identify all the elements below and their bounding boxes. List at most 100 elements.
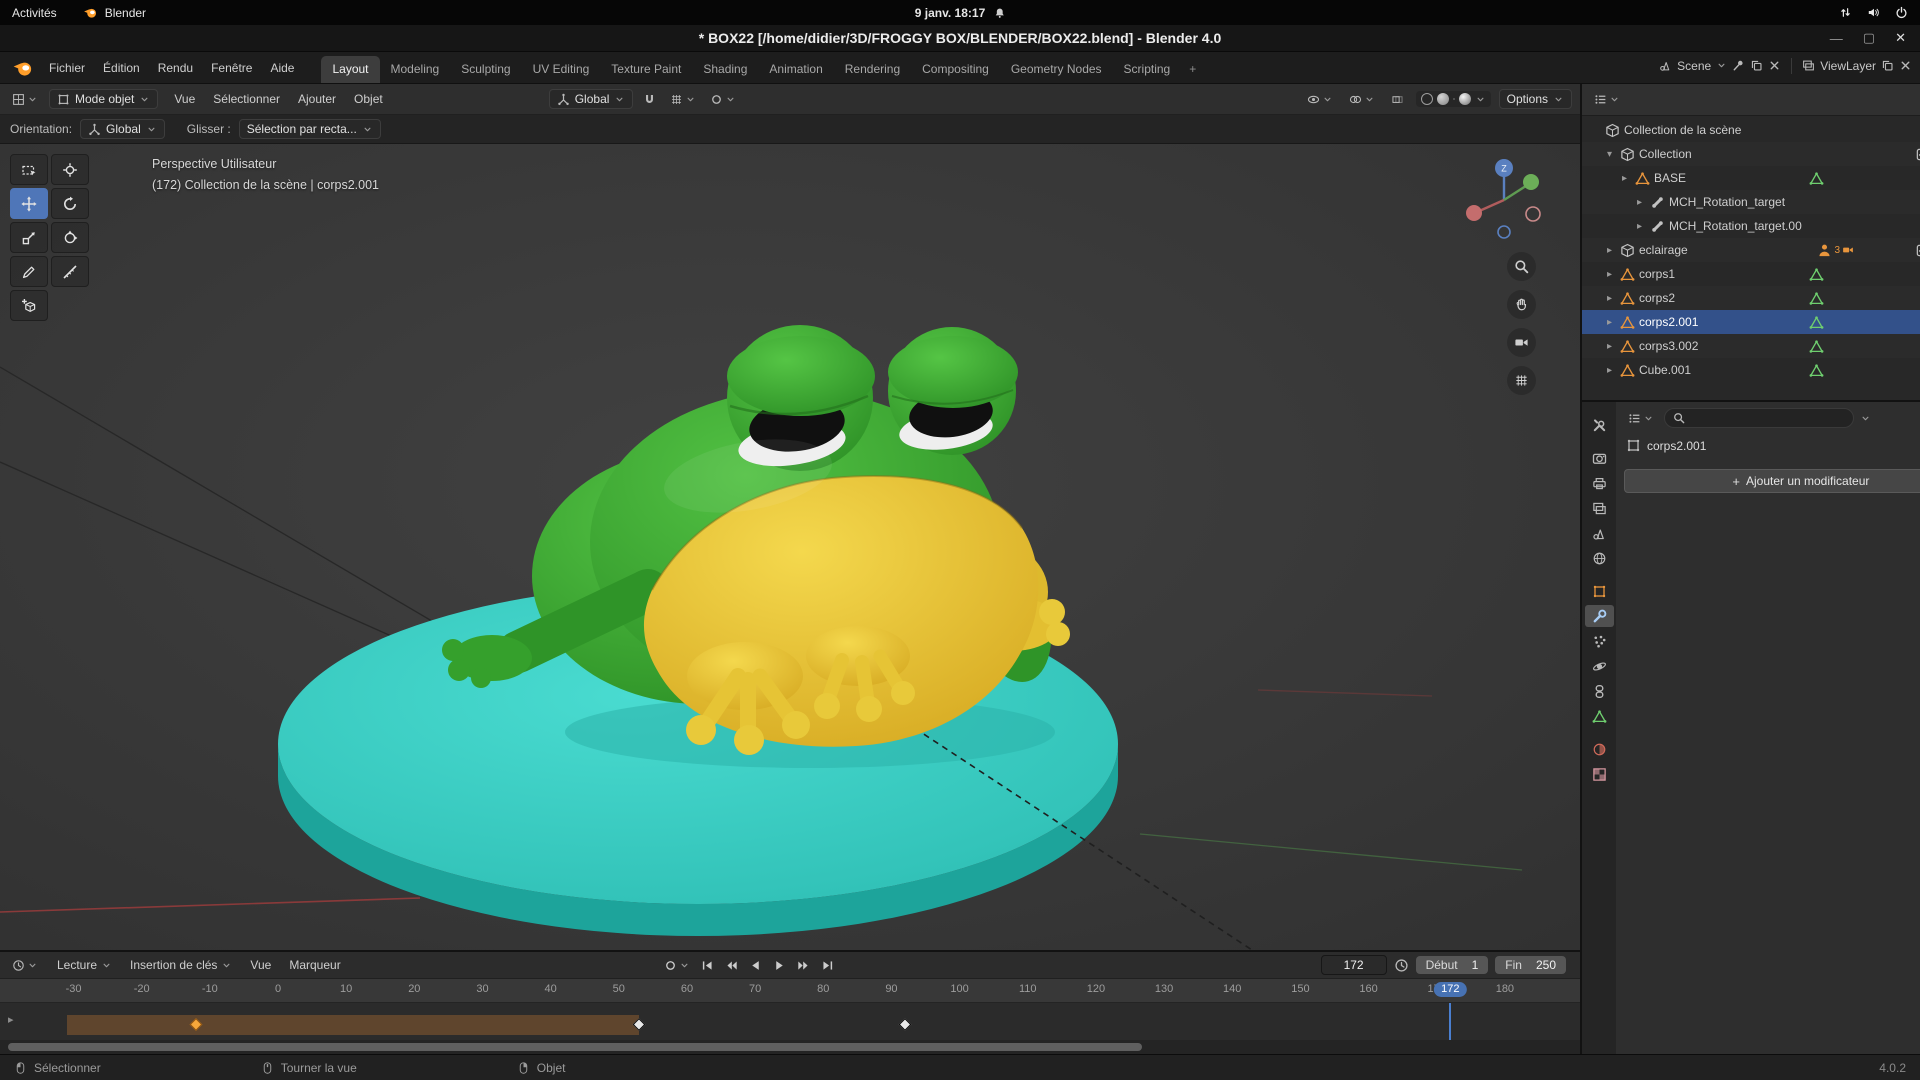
proportional-editing-toggle[interactable]	[706, 90, 740, 109]
outliner-row-corps3.002[interactable]: ▸corps3.002	[1582, 334, 1920, 358]
timeline-scrollbar[interactable]	[0, 1040, 1580, 1054]
channel-expander-icon[interactable]: ▸	[8, 1013, 14, 1026]
minimize-button[interactable]: —	[1830, 31, 1843, 46]
properties-tab-texture[interactable]	[1585, 763, 1614, 785]
transport-skipL-button[interactable]	[697, 956, 718, 975]
blender-menu-logo-icon[interactable]	[12, 57, 34, 79]
close-button[interactable]: ✕	[1895, 30, 1906, 46]
add-modifier-button[interactable]: + Ajouter un modificateur	[1624, 469, 1920, 493]
workspace-tab-scripting[interactable]: Scripting	[1113, 56, 1182, 83]
shading-wireframe-button[interactable]	[1421, 93, 1433, 105]
workspace-tab-sculpting[interactable]: Sculpting	[450, 56, 521, 83]
tool-cursor3d-button[interactable]	[51, 154, 89, 185]
properties-tab-tool[interactable]	[1585, 414, 1614, 436]
transport-play-button[interactable]	[769, 956, 790, 975]
tool-measure-button[interactable]	[51, 256, 89, 287]
current-frame-field[interactable]: 172	[1321, 955, 1387, 975]
chevron-down-icon[interactable]	[1860, 413, 1871, 424]
preview-range-clock-icon[interactable]	[1394, 958, 1409, 973]
menu-aide[interactable]: Aide	[261, 57, 303, 79]
xray-toggle[interactable]	[1387, 90, 1408, 109]
outliner-row-corps1[interactable]: ▸corps1	[1582, 262, 1920, 286]
snap-toggle[interactable]	[639, 90, 660, 109]
workspace-tab-modeling[interactable]: Modeling	[380, 56, 451, 83]
workspace-tab-geometry-nodes[interactable]: Geometry Nodes	[1000, 56, 1113, 83]
menu-fichier[interactable]: Fichier	[40, 57, 94, 79]
options-dropdown[interactable]: Options	[1499, 89, 1572, 109]
shading-material-button[interactable]	[1453, 98, 1455, 100]
new-viewlayer-icon[interactable]	[1881, 59, 1894, 72]
viewport-menu-s-lectionner[interactable]: Sélectionner	[204, 88, 289, 110]
tool-rotate-button[interactable]	[51, 188, 89, 219]
workspace-tab-texture-paint[interactable]: Texture Paint	[600, 56, 692, 83]
properties-tab-globe[interactable]	[1585, 547, 1614, 569]
properties-tab-objsq[interactable]	[1585, 580, 1614, 602]
pan-button[interactable]	[1507, 290, 1536, 319]
new-scene-icon[interactable]	[1750, 59, 1763, 72]
workspace-tab-+[interactable]: +	[1181, 56, 1204, 83]
menu-rendu[interactable]: Rendu	[149, 57, 202, 79]
visibility-dropdown[interactable]	[1303, 90, 1337, 109]
expander-icon[interactable]: ▸	[1603, 293, 1616, 304]
outliner-row-base[interactable]: ▸BASE	[1582, 166, 1920, 190]
workspace-tab-compositing[interactable]: Compositing	[911, 56, 1000, 83]
timeline-menu-marqueur[interactable]: Marqueur	[280, 954, 349, 976]
workspace-tab-animation[interactable]: Animation	[758, 56, 833, 83]
outliner-row-corps2[interactable]: ▸corps2	[1582, 286, 1920, 310]
workspace-tab-uv-editing[interactable]: UV Editing	[522, 56, 601, 83]
frame-end-field[interactable]: Fin 250	[1495, 956, 1566, 974]
expander-icon[interactable]: ▸	[1603, 269, 1616, 280]
delete-viewlayer-icon[interactable]	[1899, 59, 1912, 72]
shading-solid-button[interactable]	[1437, 93, 1449, 105]
transport-playL-button[interactable]	[745, 956, 766, 975]
properties-tab-physics[interactable]	[1585, 655, 1614, 677]
maximize-button[interactable]: ▢	[1863, 30, 1875, 46]
scrollbar-handle[interactable]	[8, 1043, 1142, 1051]
frame-start-field[interactable]: Début 1	[1416, 956, 1489, 974]
navigation-gizmo[interactable]: Z	[1462, 158, 1546, 242]
properties-tab-constraint[interactable]	[1585, 680, 1614, 702]
app-indicator[interactable]: Blender	[83, 5, 146, 20]
properties-tab-particles[interactable]	[1585, 630, 1614, 652]
transport-keyL-button[interactable]	[721, 956, 742, 975]
transport-keyR-button[interactable]	[793, 956, 814, 975]
outliner-row-collection[interactable]: ▾Collection	[1582, 142, 1920, 166]
overlays-dropdown[interactable]	[1345, 90, 1379, 109]
expander-icon[interactable]: ▸	[1618, 173, 1631, 184]
shading-rendered-button[interactable]	[1459, 93, 1471, 105]
timeline-menu-vue[interactable]: Vue	[241, 954, 280, 976]
transport-skipR-button[interactable]	[817, 956, 838, 975]
properties-editor-type-button[interactable]	[1624, 409, 1658, 428]
camera-view-button[interactable]	[1507, 328, 1536, 357]
playhead-line[interactable]	[1449, 1003, 1451, 1040]
expander-icon[interactable]: ▸	[1603, 341, 1616, 352]
workspace-tab-layout[interactable]: Layout	[321, 56, 379, 83]
expander-icon[interactable]: ▸	[1603, 317, 1616, 328]
checkbox-icon[interactable]	[1915, 147, 1920, 162]
outliner-row-mch-rotation-target.00[interactable]: ▸MCH_Rotation_target.00	[1582, 214, 1920, 238]
scene-selector[interactable]: Scene	[1659, 59, 1781, 73]
properties-tab-printer[interactable]	[1585, 472, 1614, 494]
keyframe-diamond[interactable]	[899, 1018, 912, 1031]
properties-tab-tri[interactable]	[1585, 705, 1614, 727]
viewport-menu-vue[interactable]: Vue	[165, 88, 204, 110]
zoom-button[interactable]	[1507, 252, 1536, 281]
timeline-menu-insertion-de-cl-s[interactable]: Insertion de clés	[121, 954, 241, 976]
viewport-menu-ajouter[interactable]: Ajouter	[289, 88, 345, 110]
expander-icon[interactable]: ▸	[1603, 245, 1616, 256]
timeline-menu-lecture[interactable]: Lecture	[48, 954, 121, 976]
properties-tab-material[interactable]	[1585, 738, 1614, 760]
timeline-ruler[interactable]: -30-20-100102030405060708090100110120130…	[0, 979, 1580, 1003]
tool-selbox-button[interactable]	[10, 154, 48, 185]
menu--dition[interactable]: Édition	[94, 57, 149, 79]
tool-transform-button[interactable]	[51, 222, 89, 253]
outliner-row-collection-de-la-sc-ne[interactable]: Collection de la scène	[1582, 118, 1920, 142]
properties-search-input[interactable]	[1664, 408, 1854, 428]
tool-annotate-button[interactable]	[10, 256, 48, 287]
system-tray[interactable]	[1839, 6, 1908, 19]
drag-setting-select[interactable]: Sélection par recta...	[239, 119, 381, 139]
snap-settings[interactable]	[666, 90, 700, 109]
expander-icon[interactable]: ▾	[1603, 149, 1616, 160]
checkbox-icon[interactable]	[1915, 243, 1920, 258]
ortho-toggle-button[interactable]	[1507, 366, 1536, 395]
